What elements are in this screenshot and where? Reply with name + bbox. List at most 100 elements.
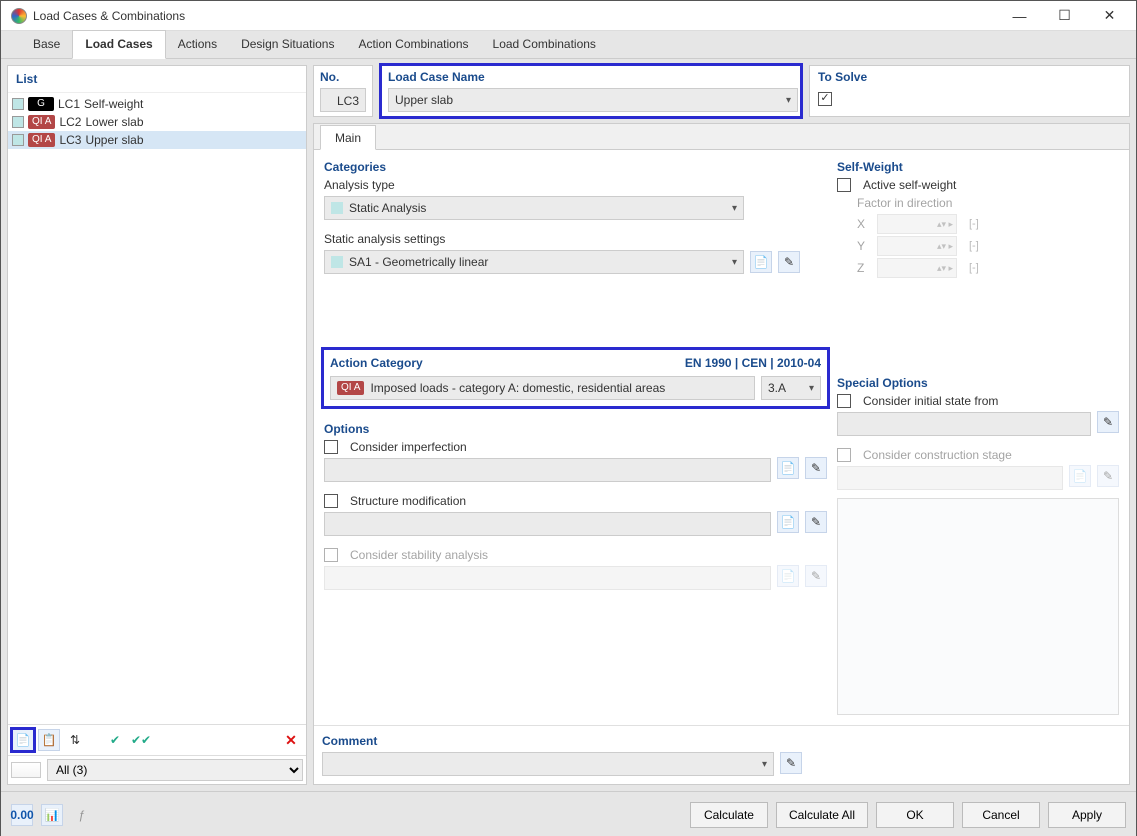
inner-tab-main[interactable]: Main [320, 125, 376, 150]
action-category-code-combo[interactable]: 3.A ▾ [761, 376, 821, 400]
initial-state-checkbox[interactable] [837, 394, 851, 408]
list-header: List [8, 66, 306, 93]
calculate-button[interactable]: Calculate [690, 802, 768, 828]
consider-stability-label: Consider stability analysis [350, 548, 488, 562]
tab-design-situations[interactable]: Design Situations [229, 31, 346, 58]
main-right-column: Self-Weight Active self-weight Factor in… [837, 160, 1119, 715]
consider-imperfection-checkbox[interactable] [324, 440, 338, 454]
new-settings-button[interactable]: 📄 [750, 251, 772, 273]
preview-area [837, 498, 1119, 715]
copy-button[interactable]: 📋 [38, 729, 60, 751]
structure-modification-input[interactable] [324, 512, 771, 536]
filter-swatch[interactable] [11, 762, 41, 778]
construction-stage-checkbox [837, 448, 851, 462]
settings-value: SA1 - Geometrically linear [349, 255, 488, 269]
color-swatch [12, 116, 24, 128]
axis-z-label: Z [857, 261, 871, 275]
edit-modification-button[interactable]: ✎ [805, 511, 827, 533]
delete-button[interactable]: ✕ [280, 729, 302, 751]
edit-imperfection-button[interactable]: ✎ [805, 457, 827, 479]
edit-stability-button: ✎ [805, 565, 827, 587]
analysis-settings-combo[interactable]: SA1 - Geometrically linear ▾ [324, 250, 744, 274]
initial-state-input[interactable] [837, 412, 1091, 436]
load-case-name-combo[interactable]: Upper slab ▾ [388, 88, 798, 112]
analysis-type-label: Analysis type [324, 178, 827, 192]
construction-stage-input [837, 466, 1063, 490]
list-item[interactable]: QI A LC2 Lower slab [8, 113, 306, 131]
close-button[interactable]: ✕ [1087, 2, 1132, 30]
load-case-name-box: Load Case Name Upper slab ▾ [381, 65, 801, 117]
tab-action-combinations[interactable]: Action Combinations [346, 31, 480, 58]
sort-button[interactable]: ⇅ [64, 729, 86, 751]
chevron-down-icon: ▾ [762, 759, 767, 770]
cancel-button[interactable]: Cancel [962, 802, 1040, 828]
work-area: List G LC1 Self-weight QI A LC2 Lower sl… [1, 59, 1136, 791]
filter-select[interactable]: All (3) [47, 759, 303, 781]
unit-label: [-] [969, 262, 979, 274]
apply-button[interactable]: Apply [1048, 802, 1126, 828]
footer: 0.00 📊 ƒ Calculate Calculate All OK Canc… [1, 791, 1136, 836]
unit-label: [-] [969, 240, 979, 252]
comment-combo[interactable]: ▾ [322, 752, 774, 776]
list-item[interactable]: QI A LC3 Upper slab [8, 131, 306, 149]
factor-z-input: ▴▾ ▸ [877, 258, 957, 278]
tab-actions[interactable]: Actions [166, 31, 229, 58]
lc-name: Upper slab [85, 133, 143, 147]
edit-settings-button[interactable]: ✎ [778, 251, 800, 273]
list-item[interactable]: G LC1 Self-weight [8, 95, 306, 113]
calculate-all-button[interactable]: Calculate All [776, 802, 868, 828]
list-toolbar: 📄 📋 ⇅ ✔ ✔✔ ✕ [8, 724, 306, 755]
new-button[interactable]: 📄 [12, 729, 34, 751]
special-options-section: Special Options Consider initial state f… [837, 376, 1119, 490]
analysis-type-value: Static Analysis [349, 201, 426, 215]
name-label: Load Case Name [388, 70, 794, 84]
category-tag: QI A [28, 115, 55, 129]
script-button: ƒ [71, 804, 93, 826]
new-modification-button[interactable]: 📄 [777, 511, 799, 533]
check-button[interactable]: ✔ [104, 729, 126, 751]
comment-edit-button[interactable]: ✎ [780, 752, 802, 774]
color-swatch [12, 134, 24, 146]
analysis-type-combo[interactable]: Static Analysis ▾ [324, 196, 744, 220]
maximize-button[interactable]: ☐ [1042, 2, 1087, 30]
minimize-button[interactable]: — [997, 2, 1042, 30]
units-button[interactable]: 0.00 [11, 804, 33, 826]
tab-base[interactable]: Base [21, 31, 72, 58]
axis-y-label: Y [857, 239, 871, 253]
stability-input [324, 566, 771, 590]
action-category-description: Imposed loads - category A: domestic, re… [370, 381, 665, 395]
no-box: No. LC3 [313, 65, 373, 117]
action-category-standard: EN 1990 | CEN | 2010-04 [685, 356, 821, 370]
tab-load-combinations[interactable]: Load Combinations [481, 31, 608, 58]
axis-x-label: X [857, 217, 871, 231]
factor-direction-label: Factor in direction [857, 196, 1119, 210]
imperfection-input[interactable] [324, 458, 771, 482]
active-self-weight-checkbox[interactable] [837, 178, 851, 192]
action-category-combo[interactable]: QI A Imposed loads - category A: domesti… [330, 376, 755, 400]
construction-stage-label: Consider construction stage [863, 448, 1012, 462]
edit-initial-state-button[interactable]: ✎ [1097, 411, 1119, 433]
to-solve-box: To Solve [809, 65, 1130, 117]
chevron-down-icon: ▾ [786, 95, 791, 106]
structure-modification-checkbox[interactable] [324, 494, 338, 508]
main-card: Main Categories Analysis type Static Ana… [313, 123, 1130, 785]
uncheck-button[interactable]: ✔✔ [130, 729, 152, 751]
tab-load-cases[interactable]: Load Cases [72, 30, 165, 59]
display-button[interactable]: 📊 [41, 804, 63, 826]
new-imperfection-button[interactable]: 📄 [777, 457, 799, 479]
category-tag: G [28, 97, 54, 111]
load-case-list[interactable]: G LC1 Self-weight QI A LC2 Lower slab QI… [8, 93, 306, 724]
self-weight-title: Self-Weight [837, 160, 1119, 174]
color-swatch [331, 202, 343, 214]
header-row: No. LC3 Load Case Name Upper slab ▾ To S… [313, 65, 1130, 117]
filter-bar: All (3) [8, 755, 306, 784]
to-solve-checkbox[interactable] [818, 92, 832, 106]
window: Load Cases & Combinations — ☐ ✕ Base Loa… [0, 0, 1137, 836]
chevron-down-icon: ▾ [732, 257, 737, 268]
window-title: Load Cases & Combinations [33, 9, 997, 23]
self-weight-section: Self-Weight Active self-weight Factor in… [837, 160, 1119, 280]
lc-code: LC2 [59, 115, 81, 129]
ok-button[interactable]: OK [876, 802, 954, 828]
unit-label: [-] [969, 218, 979, 230]
no-value[interactable]: LC3 [320, 88, 366, 112]
